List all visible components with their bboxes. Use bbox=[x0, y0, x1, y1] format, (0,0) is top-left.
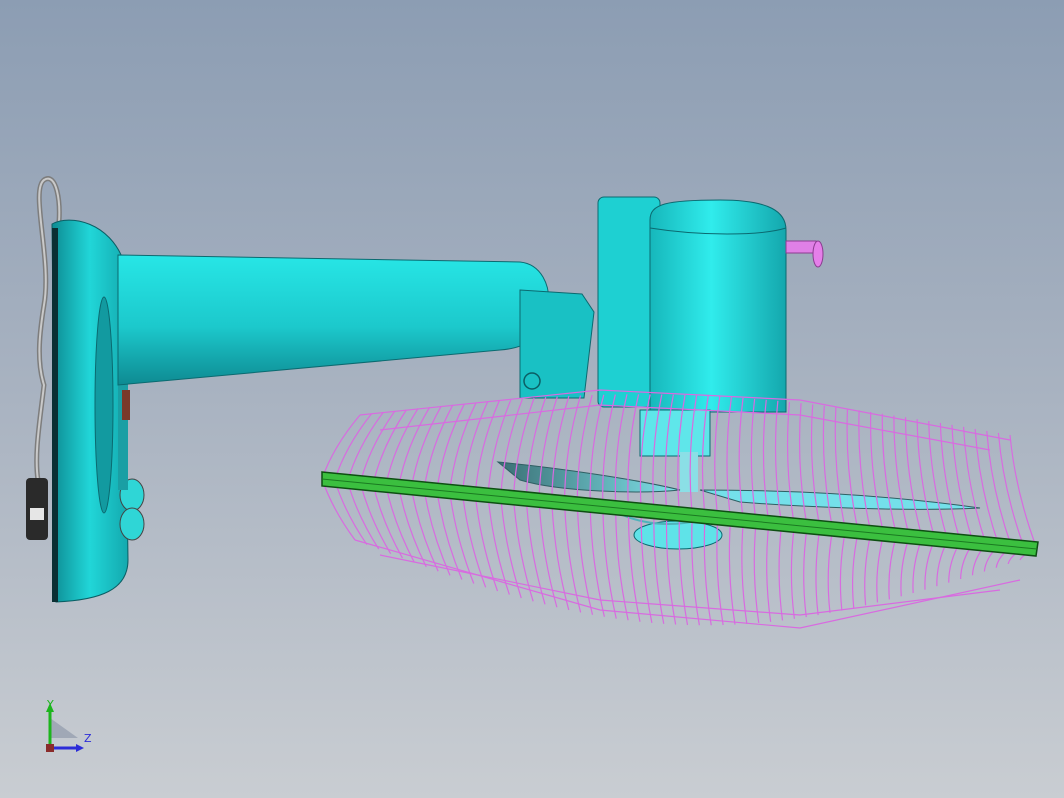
guard-wire bbox=[436, 403, 466, 491]
guard-wire bbox=[986, 430, 1013, 547]
guard-wire bbox=[864, 532, 872, 606]
guard-wire bbox=[822, 405, 834, 530]
guard-wire bbox=[876, 533, 885, 603]
guard-wire bbox=[728, 518, 736, 625]
guard-wire bbox=[839, 530, 847, 611]
guard-wire bbox=[423, 404, 454, 490]
guard-wire bbox=[398, 486, 427, 568]
z-axis-label: Z bbox=[84, 732, 92, 745]
guard-wire bbox=[815, 527, 821, 616]
guard-wire bbox=[803, 526, 808, 618]
guard-wire bbox=[602, 506, 617, 619]
guard-wire bbox=[827, 528, 834, 613]
guard-wire bbox=[1009, 434, 1038, 550]
guard-wire bbox=[615, 507, 629, 621]
guard-wire bbox=[766, 522, 772, 622]
guard-wire bbox=[627, 508, 641, 622]
guard-wire bbox=[778, 523, 784, 621]
guard-wire bbox=[410, 487, 439, 572]
guard-wire bbox=[810, 404, 821, 528]
guard-wire bbox=[834, 407, 847, 531]
coordinate-triad: Y Z bbox=[38, 698, 108, 758]
guard-wire bbox=[449, 402, 477, 492]
guard-ring bbox=[379, 554, 1001, 616]
rear-shaft bbox=[785, 240, 824, 268]
guard-wire bbox=[798, 403, 808, 527]
guard-wire bbox=[753, 521, 760, 624]
guard-wire bbox=[500, 398, 524, 497]
guard-wire bbox=[858, 410, 872, 533]
guard-wire bbox=[726, 397, 733, 520]
guard-wire bbox=[846, 408, 859, 532]
guard-wire bbox=[774, 400, 783, 525]
guard-wire bbox=[888, 535, 898, 600]
guard-wire bbox=[851, 531, 859, 609]
guard-wire bbox=[714, 396, 721, 518]
support-arm[interactable] bbox=[117, 254, 550, 386]
guard-wire bbox=[321, 414, 361, 480]
y-axis-label: Y bbox=[47, 698, 54, 711]
guard-wire bbox=[900, 536, 910, 597]
guard-ring bbox=[354, 539, 1021, 629]
guard-wire bbox=[790, 525, 796, 619]
guard-wire bbox=[741, 520, 748, 624]
graphics-viewport[interactable]: Y Z bbox=[0, 0, 1064, 798]
pivot-bracket[interactable] bbox=[519, 289, 595, 399]
fan-3d-model[interactable] bbox=[0, 0, 1064, 798]
guard-wire bbox=[786, 401, 796, 526]
guard-wire bbox=[912, 537, 923, 594]
guard-wire bbox=[385, 485, 415, 563]
